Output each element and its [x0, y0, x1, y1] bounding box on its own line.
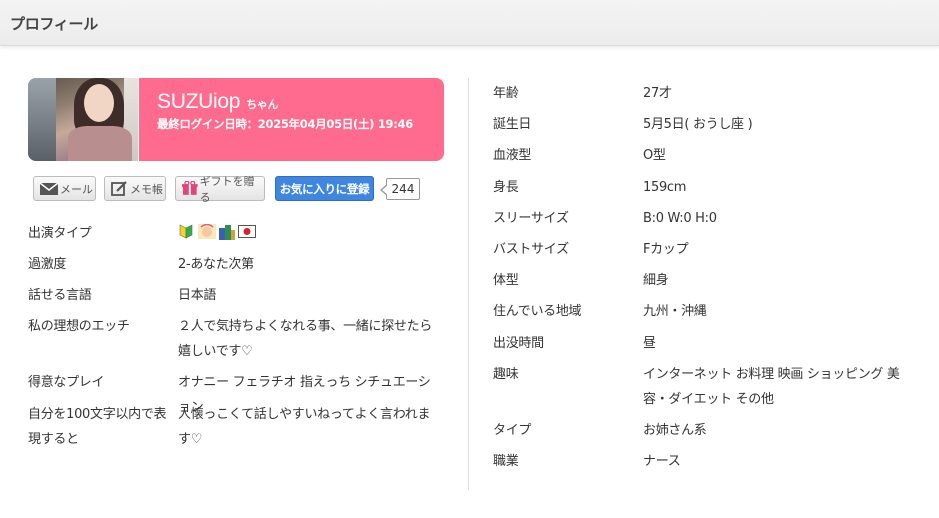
face-icon [198, 223, 216, 239]
favorite-count: 244 [380, 178, 420, 200]
info-label-type: タイプ [493, 423, 532, 438]
mail-button-label: メール [60, 182, 93, 196]
info-value-body-type: 細身 [643, 273, 669, 288]
info-label-self-description: 自分を100文字以内で表現すると [28, 407, 167, 447]
memo-button[interactable]: メモ帳 [104, 176, 166, 201]
user-name: SUZUiop [157, 90, 241, 113]
info-value-three-sizes: B:0 W:0 H:0 [643, 211, 717, 226]
info-label-height: 身長 [493, 180, 519, 195]
user-honorific: ちゃん [246, 99, 279, 111]
gift-icon [182, 181, 198, 195]
profile-name-panel: SUZUiop ちゃん 最終ログイン日時：2025年04月05日(土) 19:46 [139, 78, 444, 161]
info-value-blood-type: O型 [643, 148, 666, 163]
info-value-region: 九州・沖縄 [643, 304, 707, 319]
info-label-specialty: 得意なプレイ [28, 375, 105, 390]
note-edit-icon [111, 181, 127, 196]
info-value-height: 159cm [643, 180, 687, 195]
info-value-intensity: 2-あなた次第 [178, 257, 254, 272]
info-label-hobbies: 趣味 [493, 367, 519, 382]
info-value-language: 日本語 [178, 288, 217, 303]
info-label-bust-size: バストサイズ [493, 242, 569, 257]
page-title: プロフィール [10, 15, 98, 33]
favorite-button[interactable]: お気に入りに登録 [275, 176, 374, 201]
column-divider [468, 78, 469, 490]
info-label-blood-type: 血液型 [493, 148, 532, 163]
info-value-bust-size: Fカップ [643, 242, 689, 257]
info-label-active-time: 出没時間 [493, 336, 544, 351]
info-label-performance-type: 出演タイプ [28, 226, 92, 241]
favorite-count-value: 244 [391, 182, 415, 196]
info-value-hobbies: インターネット お料理 映画 ショッピング 美容・ダイエット その他 [643, 367, 900, 407]
gift-button[interactable]: ギフトを贈る [175, 175, 265, 204]
envelope-icon [40, 182, 58, 195]
info-label-occupation: 職業 [493, 454, 519, 469]
info-label-intensity: 過激度 [28, 257, 67, 272]
building-icon [218, 224, 235, 240]
info-label-age: 年齢 [493, 86, 519, 101]
info-label-language: 話せる言語 [28, 288, 92, 303]
info-value-self-description: 人懐っこくて話しやすいねってよく言われます♡ [178, 407, 431, 447]
info-value-type: お姉さん系 [643, 423, 707, 438]
gift-button-label: ギフトを贈る [199, 174, 255, 204]
info-value-ideal: ２人で気持ちよくなれる事、一緒に探せたら嬉しいです♡ [178, 319, 433, 359]
profile-photo[interactable] [28, 78, 138, 161]
info-value-active-time: 昼 [643, 336, 656, 351]
profile-card: SUZUiop ちゃん 最終ログイン日時：2025年04月05日(土) 19:46 [28, 78, 444, 161]
performance-type-icons [178, 223, 256, 240]
beginner-mark-icon [178, 224, 194, 239]
info-label-region: 住んでいる地域 [493, 304, 582, 319]
flag-icon [238, 224, 256, 239]
memo-button-label: メモ帳 [130, 182, 163, 196]
info-value-occupation: ナース [643, 454, 681, 469]
page-header: プロフィール [0, 0, 939, 46]
mail-button[interactable]: メール [33, 176, 96, 201]
info-label-ideal: 私の理想のエッチ [28, 319, 130, 334]
info-value-birthday: 5月5日( おうし座 ) [643, 117, 753, 132]
info-label-body-type: 体型 [493, 273, 519, 288]
user-name-line: SUZUiop ちゃん [157, 90, 279, 114]
info-label-three-sizes: スリーサイズ [493, 211, 569, 226]
info-value-age: 27才 [643, 86, 672, 101]
last-login: 最終ログイン日時：2025年04月05日(土) 19:46 [157, 117, 413, 131]
info-label-birthday: 誕生日 [493, 117, 532, 132]
